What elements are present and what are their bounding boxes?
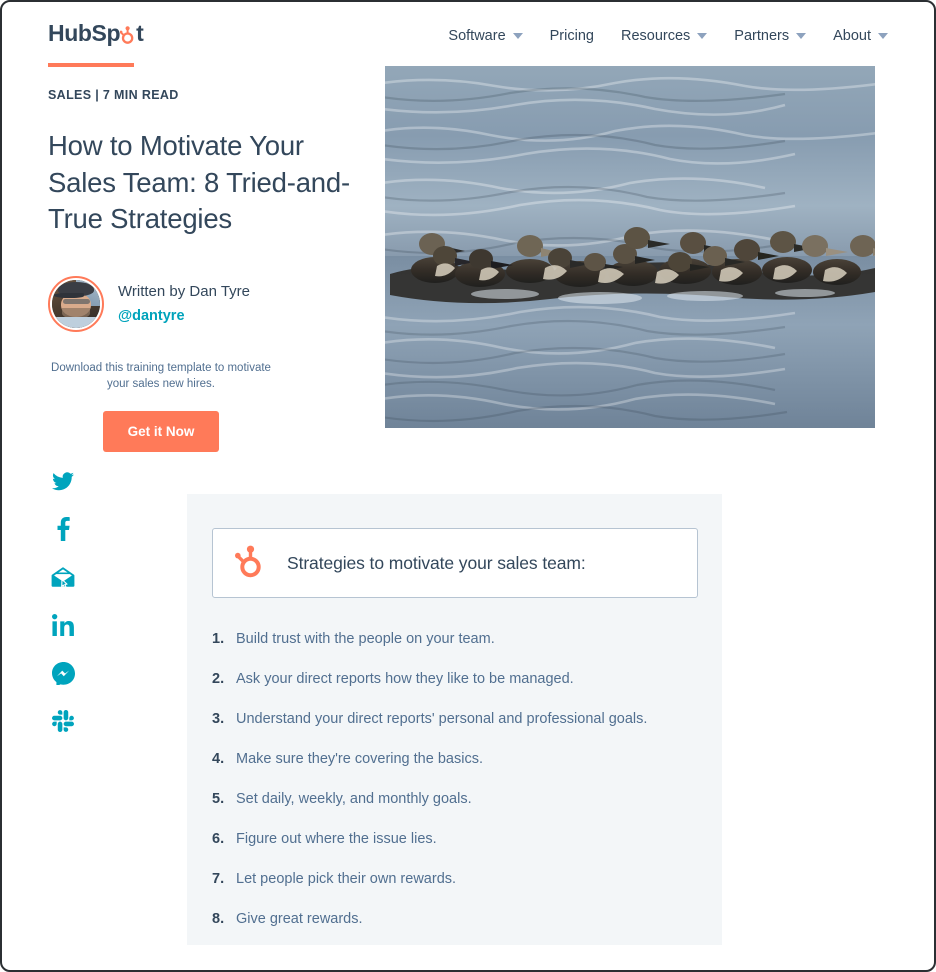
- hero-image: [385, 66, 875, 428]
- main-nav: Software Pricing Resources Partners Abou…: [448, 28, 888, 44]
- logo-text-before: HubSp: [48, 20, 121, 46]
- author-meta: Written by Dan Tyre @dantyre: [118, 281, 250, 327]
- content-card: Strategies to motivate your sales team: …: [187, 494, 722, 945]
- avatar: [48, 275, 104, 332]
- list-item: 8. Give great rewards.: [212, 910, 692, 930]
- nav-item-resources[interactable]: Resources: [620, 28, 708, 44]
- author-row: Written by Dan Tyre @dantyre: [48, 275, 368, 332]
- logo-text: HubSp t: [48, 20, 144, 46]
- logo-text-after: t: [136, 20, 144, 46]
- strategy-heading-text: Strategies to motivate your sales team:: [287, 552, 586, 573]
- chevron-down-icon: [878, 33, 888, 39]
- page-title: How to Motivate Your Sales Team: 8 Tried…: [48, 130, 350, 235]
- messenger-icon[interactable]: [50, 660, 76, 686]
- nav-item-pricing[interactable]: Pricing: [550, 28, 594, 44]
- email-icon[interactable]: [50, 564, 76, 590]
- site-header: HubSp t Software Pricing Resources Partn…: [2, 2, 934, 67]
- list-item-number: 5.: [212, 791, 225, 808]
- list-item-text: Make sure they're covering the basics.: [236, 751, 483, 768]
- list-item-text: Set daily, weekly, and monthly goals.: [236, 791, 472, 808]
- nav-item-about[interactable]: About: [833, 28, 888, 44]
- list-item-number: 8.: [212, 911, 225, 928]
- list-item-number: 4.: [212, 751, 225, 768]
- nav-label: Pricing: [549, 28, 594, 44]
- twitter-icon[interactable]: [50, 468, 76, 494]
- chevron-down-icon: [796, 33, 807, 39]
- slack-icon[interactable]: [50, 708, 76, 734]
- nav-label: Partners: [734, 28, 790, 44]
- nav-label: About: [833, 28, 871, 44]
- list-item: 5. Set daily, weekly, and monthly goals.: [212, 790, 692, 810]
- list-item-number: 7.: [212, 871, 225, 888]
- author-name: Written by Dan Tyre: [118, 282, 250, 300]
- list-item: 1. Build trust with the people on your t…: [212, 630, 692, 650]
- social-share-rail: [50, 468, 76, 734]
- hubspot-sprocket-icon: [235, 543, 267, 584]
- list-item-number: 1.: [212, 631, 225, 647]
- cta-text: Download this training template to motiv…: [51, 361, 271, 391]
- list-item-text: Ask your direct reports how they like to…: [236, 671, 574, 688]
- chevron-down-icon: [697, 33, 708, 39]
- nav-label: Software: [448, 28, 506, 44]
- list-item: 4. Make sure they're covering the basics…: [212, 750, 692, 770]
- hubspot-logo[interactable]: HubSp t: [48, 20, 144, 46]
- hubspot-sprocket-icon: [120, 25, 136, 44]
- list-item-number: 3.: [212, 711, 225, 728]
- strategy-list: 1. Build trust with the people on your t…: [212, 630, 692, 951]
- article-kicker: SALES | 7 MIN READ: [48, 88, 179, 102]
- get-it-now-button[interactable]: Get it Now: [102, 411, 220, 453]
- author-handle[interactable]: @dantyre: [118, 306, 250, 327]
- page-frame: HubSp t Software Pricing Resources Partn…: [0, 0, 936, 972]
- list-item-number: 2.: [212, 671, 225, 688]
- list-item-text: Build trust with the people on your team…: [236, 631, 495, 647]
- list-item-text: Let people pick their own rewards.: [236, 871, 457, 888]
- chevron-down-icon: [512, 33, 523, 39]
- avatar-image: [52, 279, 100, 328]
- nav-item-software[interactable]: Software: [448, 28, 523, 44]
- article-header: SALES | 7 MIN READ How to Motivate Your …: [48, 88, 368, 453]
- nav-item-partners[interactable]: Partners: [734, 28, 807, 44]
- linkedin-icon[interactable]: [50, 612, 76, 638]
- list-item-number: 6.: [212, 831, 225, 848]
- nav-label: Resources: [620, 28, 691, 44]
- list-item: 2. Ask your direct reports how they like…: [212, 670, 692, 690]
- list-item: 7. Let people pick their own rewards.: [212, 870, 692, 890]
- logo-underline: [48, 63, 134, 67]
- list-item: 6. Figure out where the issue lies.: [212, 830, 692, 850]
- list-item-text: Figure out where the issue lies.: [236, 831, 437, 848]
- facebook-icon[interactable]: [50, 516, 76, 542]
- list-item-text: Give great rewards.: [236, 911, 363, 928]
- strategy-heading-box: Strategies to motivate your sales team:: [212, 528, 698, 598]
- list-item-text: Understand your direct reports' personal…: [236, 711, 648, 728]
- list-item: 3. Understand your direct reports' perso…: [212, 710, 692, 730]
- hero-image-illustration: [385, 66, 875, 428]
- cta-block: Download this training template to motiv…: [48, 360, 274, 453]
